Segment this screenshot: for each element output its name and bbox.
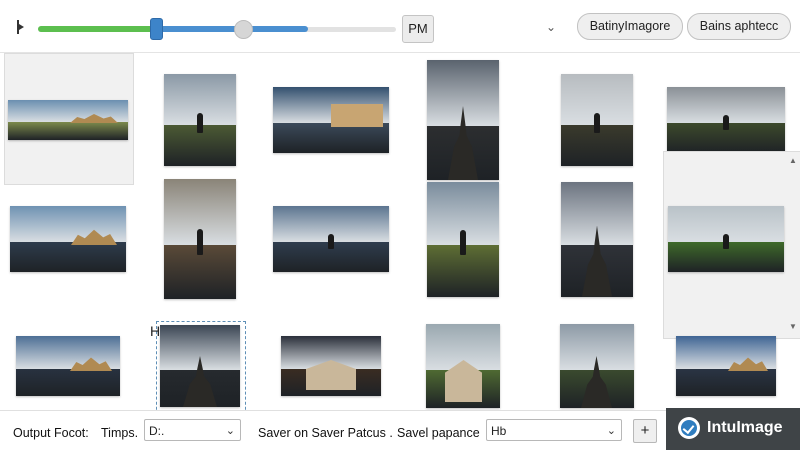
- thumbnail-old-street-figure[interactable]: [164, 179, 236, 299]
- slider-segment-blue-2: [245, 26, 308, 32]
- thumbnail-subject-figure: [594, 113, 600, 133]
- savel-select[interactable]: Hb ⌄: [486, 419, 622, 441]
- chevron-down-icon: ⌄: [225, 425, 235, 437]
- play-marker-icon[interactable]: [17, 20, 24, 34]
- thumbnail-subject-figure: [460, 229, 466, 255]
- thumbnail-mountain-lake-reflection[interactable]: [10, 206, 126, 272]
- thumbnail-subject-palace: [331, 104, 383, 127]
- brand-logo: IntuImage: [666, 408, 800, 450]
- stray-glyph: H: [150, 323, 161, 339]
- thumbnail-sunlit-forest-figure[interactable]: [561, 74, 633, 166]
- savel-select-value: Hb: [491, 424, 507, 438]
- thumbnail-church-tower-clouds[interactable]: [561, 181, 633, 297]
- thumbnail-canal-palace-landscape[interactable]: [273, 87, 389, 153]
- thumbnail-lake-castle-landscape[interactable]: [8, 100, 128, 140]
- savel-papance-label: Savel papance: [397, 426, 480, 440]
- check-badge-icon: [678, 417, 700, 439]
- thumbnail-sunset-shore-castle[interactable]: [16, 336, 120, 396]
- saver-patcus-label: Saver on Saver Patcus .: [258, 426, 393, 440]
- thumbnail-forest-figure-portrait[interactable]: [164, 74, 236, 166]
- thumbnail-ground: [8, 122, 128, 140]
- add-button[interactable]: +: [633, 419, 657, 443]
- thumbnail-lit-chapel-night[interactable]: [281, 336, 381, 396]
- timps-label: Timps.: [101, 426, 139, 440]
- scroll-up-icon[interactable]: ▲: [789, 156, 797, 165]
- thumbnail-subject-figure: [197, 113, 203, 133]
- thumbnail-subject-figure: [197, 229, 203, 255]
- slider-handle-start[interactable]: [150, 18, 163, 40]
- chevron-down-icon[interactable]: ⌄: [546, 20, 556, 34]
- top-toolbar: PM ⌄ BatinyImagore Bains aphtecc: [0, 0, 800, 53]
- thumbnail-coastal-castle-dusk[interactable]: [676, 336, 776, 396]
- output-format-label: Output Focot:: [13, 426, 89, 440]
- thumbnail-alpine-lake-meadow[interactable]: [668, 206, 784, 272]
- thumbnail-ground: [273, 123, 389, 153]
- thumbnail-pier-figure-lake[interactable]: [273, 206, 389, 272]
- image-gallery: ▲ ▼ H: [0, 53, 800, 410]
- thumbnail-forest-cathedral[interactable]: [560, 324, 634, 408]
- thumbnail-dark-forest-figure[interactable]: [667, 87, 785, 153]
- toolbar-pill-button-1[interactable]: BatinyImagore: [577, 13, 683, 40]
- toolbar-pill-button-2[interactable]: Bains aphtecc: [687, 13, 791, 40]
- thumbnail-ground: [10, 242, 126, 272]
- thumbnail-mountain-chapel[interactable]: [426, 324, 500, 408]
- chevron-down-icon: ⌄: [606, 425, 616, 437]
- pm-button[interactable]: PM: [402, 15, 434, 43]
- thumbnail-subject-figure: [723, 115, 729, 130]
- thumbnail-cathedral-tower-portrait[interactable]: [427, 60, 499, 180]
- thumbnail-subject-figure: [328, 234, 334, 249]
- timps-select[interactable]: D:. ⌄: [144, 419, 241, 441]
- thumbnail-subject-figure: [723, 234, 729, 249]
- slider-segment-blue: [156, 26, 242, 32]
- thumbnail-ground: [16, 369, 120, 396]
- timps-select-value: D:.: [149, 424, 165, 438]
- thumbnail-ground: [676, 369, 776, 396]
- thumbnail-forest-path-figure[interactable]: [427, 181, 499, 297]
- slider-segment-green: [38, 26, 156, 32]
- thumbnail-dark-tower-night[interactable]: [160, 325, 240, 407]
- scroll-down-icon[interactable]: ▼: [789, 322, 797, 331]
- brand-name: IntuImage: [707, 419, 783, 436]
- slider-handle-end[interactable]: [234, 20, 253, 39]
